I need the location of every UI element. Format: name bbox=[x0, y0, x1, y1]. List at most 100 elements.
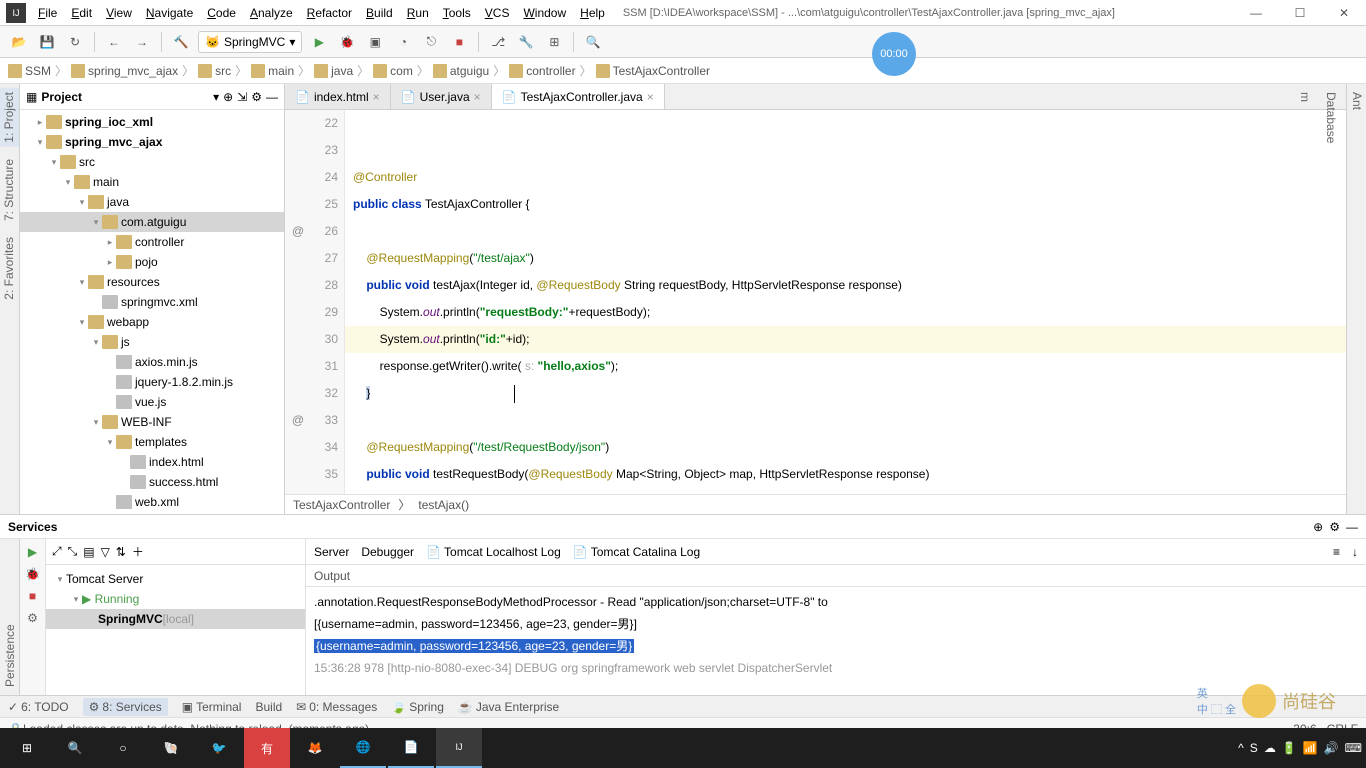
tree-node[interactable]: index.html bbox=[20, 452, 284, 472]
minimize-button[interactable]: — bbox=[1234, 0, 1278, 26]
menu-window[interactable]: Window bbox=[517, 4, 572, 22]
editor-tab[interactable]: 📄index.html× bbox=[285, 84, 391, 109]
tree-node[interactable]: ▾templates bbox=[20, 432, 284, 452]
cortana-button[interactable]: ○ bbox=[100, 728, 146, 768]
tree-node[interactable]: ▾webapp bbox=[20, 312, 284, 332]
breadcrumb-item[interactable]: controller bbox=[509, 64, 575, 78]
menu-help[interactable]: Help bbox=[574, 4, 611, 22]
stop-icon[interactable]: ■ bbox=[448, 31, 470, 53]
attach-icon[interactable]: ⎋ bbox=[420, 31, 442, 53]
tab-debugger[interactable]: Debugger bbox=[361, 545, 414, 559]
tab-structure[interactable]: 7: Structure bbox=[0, 155, 19, 225]
tab-ant[interactable]: Ant bbox=[1348, 88, 1366, 510]
stop-icon[interactable]: ■ bbox=[24, 587, 42, 605]
expand-icon[interactable]: ⤢ bbox=[52, 544, 62, 559]
tree-node[interactable]: ▾WEB-INF bbox=[20, 412, 284, 432]
tab-favorites[interactable]: 2: Favorites bbox=[0, 233, 19, 304]
run-icon[interactable]: ▶ bbox=[308, 31, 330, 53]
filter-icon[interactable]: ▽ bbox=[101, 545, 110, 559]
task-notepad[interactable]: 📄 bbox=[388, 728, 434, 768]
task-app[interactable]: 🐦 bbox=[196, 728, 242, 768]
tree-node[interactable]: ▾com.atguigu bbox=[20, 212, 284, 232]
task-intellij[interactable]: IJ bbox=[436, 728, 482, 768]
close-button[interactable]: ✕ bbox=[1322, 0, 1366, 26]
breadcrumb-item[interactable]: SSM bbox=[8, 64, 51, 78]
menu-run[interactable]: Run bbox=[401, 4, 435, 22]
debug-icon[interactable]: 🐞 bbox=[336, 31, 358, 53]
tree-node[interactable]: web.xml bbox=[20, 492, 284, 512]
search-button[interactable]: 🔍 bbox=[52, 728, 98, 768]
svc-node[interactable]: SpringMVC [local] bbox=[46, 609, 305, 629]
hide-icon[interactable]: — bbox=[1346, 520, 1358, 534]
scroll-icon[interactable]: ↓ bbox=[1352, 545, 1358, 559]
menu-build[interactable]: Build bbox=[360, 4, 399, 22]
tree-node[interactable]: ▾java bbox=[20, 192, 284, 212]
menu-refactor[interactable]: Refactor bbox=[301, 4, 358, 22]
sort-icon[interactable]: ⇅ bbox=[116, 545, 126, 559]
tree-node[interactable]: ▾resources bbox=[20, 272, 284, 292]
crumb-method[interactable]: testAjax() bbox=[418, 498, 469, 512]
locate-icon[interactable]: ⊕ bbox=[1313, 520, 1323, 534]
structure-icon[interactable]: ⊞ bbox=[543, 31, 565, 53]
tree-node[interactable]: ▾main bbox=[20, 172, 284, 192]
task-app[interactable]: 有 bbox=[244, 728, 290, 768]
tab-messages[interactable]: ✉ 0: Messages bbox=[296, 700, 377, 714]
tab-persistence[interactable]: Persistence bbox=[1, 543, 19, 691]
menu-code[interactable]: Code bbox=[201, 4, 242, 22]
debug-icon[interactable]: 🐞 bbox=[24, 565, 42, 583]
coverage-icon[interactable]: ▣ bbox=[364, 31, 386, 53]
menu-vcs[interactable]: VCS bbox=[479, 4, 516, 22]
breadcrumb-item[interactable]: main bbox=[251, 64, 294, 78]
search-icon[interactable]: 🔍 bbox=[582, 31, 604, 53]
menu-file[interactable]: File bbox=[32, 4, 63, 22]
breadcrumb-item[interactable]: com bbox=[373, 64, 413, 78]
system-tray[interactable]: ^S☁🔋📶🔊⌨ bbox=[1238, 741, 1362, 755]
tree-node[interactable]: ▾spring_mvc_ajax bbox=[20, 132, 284, 152]
task-firefox[interactable]: 🦊 bbox=[292, 728, 338, 768]
tree-node[interactable]: success.html bbox=[20, 472, 284, 492]
tree-node[interactable]: springmvc.xml bbox=[20, 292, 284, 312]
tab-spring[interactable]: 🍃 Spring bbox=[391, 700, 444, 714]
task-chrome[interactable]: 🌐 bbox=[340, 728, 386, 768]
gear-icon[interactable]: ⚙ bbox=[1329, 520, 1340, 534]
code-area[interactable]: @Controller public class TestAjaxControl… bbox=[345, 110, 1346, 494]
run-config-combo[interactable]: 🐱 SpringMVC ▾ bbox=[198, 31, 302, 53]
crumb-class[interactable]: TestAjaxController bbox=[293, 498, 390, 512]
menu-analyze[interactable]: Analyze bbox=[244, 4, 299, 22]
vcs-icon[interactable]: ⎇ bbox=[487, 31, 509, 53]
services-tree[interactable]: ⤢ ⤡ ▤ ▽ ⇅ ＋ ▾Tomcat Server▾▶ RunningSpri… bbox=[46, 539, 306, 695]
menu-edit[interactable]: Edit bbox=[65, 4, 98, 22]
breadcrumb-item[interactable]: spring_mvc_ajax bbox=[71, 64, 178, 78]
menu-tools[interactable]: Tools bbox=[437, 4, 477, 22]
tab-javaee[interactable]: ☕ Java Enterprise bbox=[458, 700, 559, 714]
run-icon[interactable]: ▶ bbox=[24, 543, 42, 561]
tree-node[interactable]: vue.js bbox=[20, 392, 284, 412]
menu-navigate[interactable]: Navigate bbox=[140, 4, 199, 22]
tab-build[interactable]: Build bbox=[255, 700, 282, 714]
refresh-icon[interactable]: ↻ bbox=[64, 31, 86, 53]
tree-node[interactable]: ▸controller bbox=[20, 232, 284, 252]
build-icon[interactable]: 🔨 bbox=[170, 31, 192, 53]
breadcrumb-item[interactable]: TestAjaxController bbox=[596, 64, 710, 78]
svc-node[interactable]: ▾▶ Running bbox=[46, 589, 305, 609]
tree-node[interactable]: ▾js bbox=[20, 332, 284, 352]
project-tree[interactable]: ▸spring_ioc_xml▾spring_mvc_ajax▾src▾main… bbox=[20, 110, 284, 514]
settings-icon[interactable]: 🔧 bbox=[515, 31, 537, 53]
chevron-down-icon[interactable]: ▾ bbox=[213, 90, 219, 104]
tab-project[interactable]: 1: Project bbox=[0, 88, 19, 147]
task-app[interactable]: 🐚 bbox=[148, 728, 194, 768]
svc-node[interactable]: ▾Tomcat Server bbox=[46, 569, 305, 589]
forward-icon[interactable]: → bbox=[131, 31, 153, 53]
tab-localhost-log[interactable]: 📄 Tomcat Localhost Log bbox=[426, 545, 561, 559]
filter-icon[interactable]: ⚙ bbox=[24, 609, 42, 627]
tab-catalina-log[interactable]: 📄 Tomcat Catalina Log bbox=[573, 545, 700, 559]
open-icon[interactable]: 📂 bbox=[8, 31, 30, 53]
locate-icon[interactable]: ⊕ bbox=[223, 90, 233, 104]
breadcrumb-item[interactable]: java bbox=[314, 64, 353, 78]
group-icon[interactable]: ▤ bbox=[83, 545, 94, 559]
start-button[interactable]: ⊞ bbox=[4, 728, 50, 768]
profile-icon[interactable]: ◔ bbox=[392, 31, 414, 53]
breadcrumb-item[interactable]: atguigu bbox=[433, 64, 489, 78]
tab-terminal[interactable]: ▣ Terminal bbox=[182, 700, 242, 714]
tree-node[interactable]: ▸spring_ioc_xml bbox=[20, 112, 284, 132]
